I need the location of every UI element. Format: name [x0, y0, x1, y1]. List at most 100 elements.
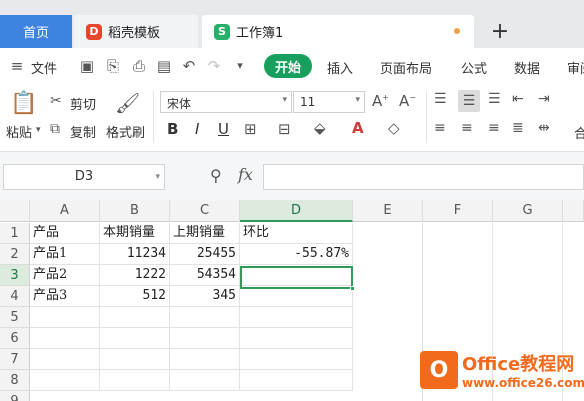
cell-c1[interactable]: 上期销量: [170, 223, 240, 244]
empty-cell[interactable]: [170, 328, 240, 349]
cell-a4[interactable]: 产品3: [30, 286, 100, 307]
empty-cell[interactable]: [100, 370, 170, 391]
row-header-8[interactable]: 8: [0, 370, 30, 391]
row-header-7[interactable]: 7: [0, 349, 30, 370]
format-painter-icon[interactable]: 🖌: [115, 91, 140, 115]
cut-button[interactable]: 剪切: [70, 94, 96, 113]
fill-color-icon[interactable]: ⬙: [314, 119, 326, 137]
format-painter-button[interactable]: 格式刷: [106, 122, 145, 141]
new-tab-button[interactable]: +: [478, 15, 522, 48]
column-header-a[interactable]: A: [30, 200, 100, 222]
print-icon[interactable]: ⎙: [130, 57, 148, 75]
row-header-3[interactable]: 3: [0, 265, 30, 286]
redo-icon[interactable]: ↷: [205, 57, 223, 75]
column-header-e[interactable]: E: [353, 200, 423, 222]
cell-b2[interactable]: 11234: [100, 244, 170, 265]
cell-format-icon[interactable]: ⊟: [278, 120, 291, 138]
menu-review[interactable]: 审阅: [567, 58, 584, 77]
menu-page-layout[interactable]: 页面布局: [380, 58, 432, 77]
cell-d1[interactable]: 环比: [240, 223, 353, 244]
paste-button[interactable]: 粘贴: [6, 122, 32, 141]
cell-a2[interactable]: 产品1: [30, 244, 100, 265]
italic-button[interactable]: I: [195, 120, 199, 138]
empty-cell[interactable]: [240, 370, 353, 391]
indent-decrease-icon[interactable]: ⇤: [512, 91, 524, 107]
align-right-icon[interactable]: ≡: [488, 120, 500, 136]
select-all-corner[interactable]: [0, 200, 30, 222]
underline-button[interactable]: U: [218, 120, 229, 138]
scissors-icon[interactable]: ✂: [50, 93, 62, 109]
justify-icon[interactable]: ≣: [512, 120, 524, 136]
cell-c4[interactable]: 345: [170, 286, 240, 307]
column-header-b[interactable]: B: [100, 200, 170, 222]
row-header-9[interactable]: 9: [0, 391, 30, 401]
hamburger-menu-icon[interactable]: ≡: [8, 57, 26, 75]
empty-cell[interactable]: [30, 328, 100, 349]
cell-b1[interactable]: 本期销量: [100, 223, 170, 244]
align-left-icon[interactable]: ≡: [434, 120, 446, 136]
empty-cell[interactable]: [100, 307, 170, 328]
paste-dropdown-icon[interactable]: ▾: [36, 125, 41, 135]
formula-input[interactable]: [263, 164, 584, 190]
row-header-5[interactable]: 5: [0, 307, 30, 328]
customize-dropdown-icon[interactable]: ▾: [231, 57, 249, 75]
empty-cell[interactable]: [30, 349, 100, 370]
zoom-lookup-icon[interactable]: ⚲: [210, 166, 222, 185]
align-bottom-icon[interactable]: ☰: [488, 91, 501, 107]
align-top-icon[interactable]: ☰: [434, 91, 447, 107]
bold-button[interactable]: B: [167, 120, 178, 138]
paste-icon[interactable]: 📋: [10, 91, 37, 116]
empty-cell[interactable]: [100, 349, 170, 370]
column-header-g[interactable]: G: [493, 200, 563, 222]
cell-a1[interactable]: 产品: [30, 223, 100, 244]
empty-cell[interactable]: [30, 307, 100, 328]
empty-cell[interactable]: [170, 307, 240, 328]
column-header-c[interactable]: C: [170, 200, 240, 222]
borders-icon[interactable]: ⊞: [244, 120, 257, 138]
decrease-font-icon[interactable]: A−: [399, 92, 416, 110]
increase-font-icon[interactable]: A+: [372, 92, 389, 110]
distribute-icon[interactable]: ⇹: [538, 120, 550, 136]
clear-format-icon[interactable]: ◇: [388, 119, 400, 137]
empty-cell[interactable]: [30, 370, 100, 391]
menu-start[interactable]: 开始: [264, 54, 312, 78]
undo-icon[interactable]: ↶: [180, 57, 198, 75]
font-color-icon[interactable]: A: [352, 119, 364, 137]
cell-d4[interactable]: [240, 286, 353, 307]
indent-increase-icon[interactable]: ⇥: [538, 91, 550, 107]
row-header-1[interactable]: 1: [0, 223, 30, 244]
row-header-2[interactable]: 2: [0, 244, 30, 265]
empty-cell[interactable]: [170, 370, 240, 391]
cell-b4[interactable]: 512: [100, 286, 170, 307]
column-header-f[interactable]: F: [423, 200, 493, 222]
align-center-icon[interactable]: ≡: [461, 120, 473, 136]
column-header-d[interactable]: D: [240, 200, 353, 222]
cell-b3[interactable]: 1222: [100, 265, 170, 286]
font-size-select[interactable]: 11 ▾: [293, 91, 365, 113]
copy-icon[interactable]: ⧉: [50, 121, 60, 137]
copy-button[interactable]: 复制: [70, 122, 96, 141]
align-middle-icon[interactable]: ☰: [458, 90, 480, 112]
print-preview-icon[interactable]: ▤: [155, 57, 173, 75]
empty-cell[interactable]: [100, 328, 170, 349]
column-header-h[interactable]: [563, 200, 584, 222]
active-cell-selection[interactable]: [240, 266, 355, 291]
empty-cell[interactable]: [170, 349, 240, 370]
fx-icon[interactable]: fx: [238, 165, 253, 184]
merge-button[interactable]: 合: [574, 123, 584, 142]
menu-file[interactable]: 文件: [31, 58, 57, 77]
menu-insert[interactable]: 插入: [327, 58, 353, 77]
cell-c3[interactable]: 54354: [170, 265, 240, 286]
row-header-4[interactable]: 4: [0, 286, 30, 307]
row-header-6[interactable]: 6: [0, 328, 30, 349]
menu-formula[interactable]: 公式: [461, 58, 487, 77]
save-icon[interactable]: ▣: [78, 57, 96, 75]
name-box[interactable]: D3 ▾: [3, 164, 165, 190]
column-e-area[interactable]: [353, 223, 423, 401]
fill-handle[interactable]: [350, 286, 355, 291]
cell-d2[interactable]: -55.87%: [240, 244, 353, 265]
tab-workbook[interactable]: S 工作簿1: [202, 15, 474, 48]
cell-a3[interactable]: 产品2: [30, 265, 100, 286]
menu-data[interactable]: 数据: [514, 58, 540, 77]
font-name-select[interactable]: 宋体 ▾: [160, 91, 292, 113]
